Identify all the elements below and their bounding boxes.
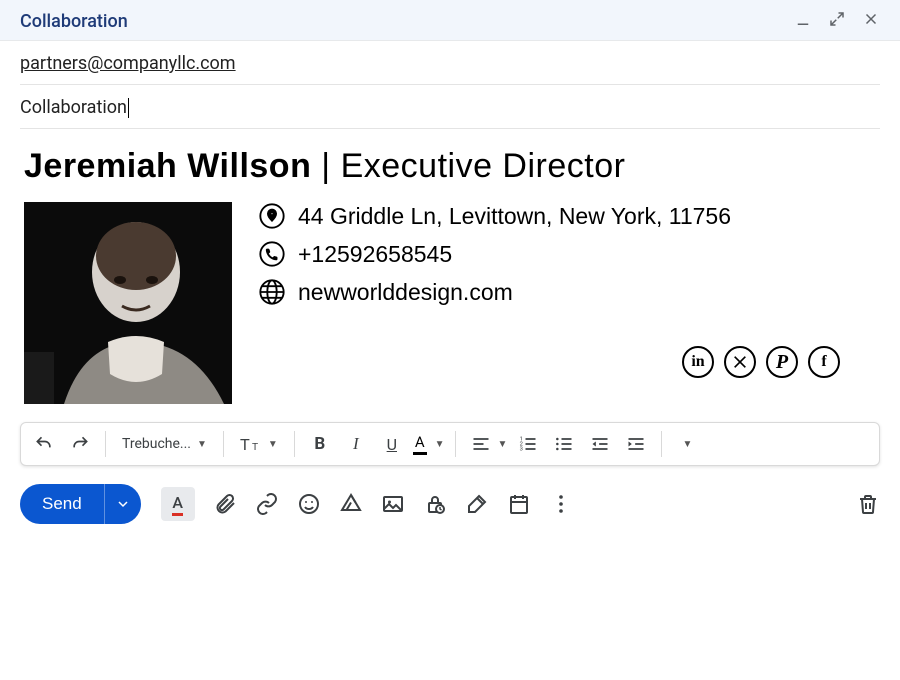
facebook-icon[interactable]: f: [808, 346, 840, 378]
insert-photo-button[interactable]: [381, 492, 405, 516]
caret-down-icon: ▼: [435, 439, 445, 450]
insert-signature-button[interactable]: [465, 492, 489, 516]
signature-social-row: in P f: [258, 346, 880, 378]
to-field-row[interactable]: partners@companyllc.com: [20, 41, 880, 85]
italic-button[interactable]: I: [341, 429, 371, 459]
linkedin-icon[interactable]: in: [682, 346, 714, 378]
discard-draft-button[interactable]: [856, 492, 880, 516]
bulleted-list-button[interactable]: [549, 429, 579, 459]
window-title: Collaboration: [20, 11, 128, 32]
signature-website-line: newworlddesign.com: [258, 278, 880, 306]
divider: [223, 431, 224, 457]
message-body[interactable]: Jeremiah Willson | Executive Director: [0, 129, 900, 410]
font-size-dropdown[interactable]: TT ▼: [234, 434, 284, 454]
subject-value: Collaboration: [20, 97, 129, 118]
svg-text:T: T: [240, 437, 250, 454]
minimize-icon[interactable]: [794, 10, 812, 32]
signature-name: Jeremiah Willson: [24, 147, 311, 185]
indent-less-button[interactable]: [585, 429, 615, 459]
phone-icon: [258, 240, 286, 268]
caret-down-icon: ▼: [197, 439, 207, 450]
divider: [105, 431, 106, 457]
x-twitter-icon[interactable]: [724, 346, 756, 378]
attach-file-button[interactable]: [213, 492, 237, 516]
formatting-more-dropdown[interactable]: ▼: [672, 429, 702, 459]
signature-photo: [24, 202, 232, 404]
close-icon[interactable]: [862, 10, 880, 32]
insert-drive-file-button[interactable]: [339, 492, 363, 516]
signature-phone-line: +12592658545: [258, 240, 880, 268]
undo-button[interactable]: [29, 429, 59, 459]
signature-row: 44 Griddle Ln, Levittown, New York, 1175…: [24, 202, 880, 404]
action-row: Send A: [0, 466, 900, 524]
send-button[interactable]: Send: [20, 484, 104, 524]
pick-time-button[interactable]: [507, 492, 531, 516]
font-family-dropdown[interactable]: Trebuche... ▼: [116, 436, 213, 452]
fullscreen-icon[interactable]: [828, 10, 846, 32]
insert-emoji-button[interactable]: [297, 492, 321, 516]
caret-down-icon: ▼: [498, 439, 508, 450]
signature-details: 44 Griddle Ln, Levittown, New York, 1175…: [258, 202, 880, 404]
signature-address-line: 44 Griddle Ln, Levittown, New York, 1175…: [258, 202, 880, 230]
formatting-options-button[interactable]: A: [161, 487, 195, 521]
more-options-button[interactable]: [549, 492, 573, 516]
bold-button[interactable]: B: [305, 429, 335, 459]
signature-title: Executive Director: [341, 147, 626, 185]
align-dropdown[interactable]: [466, 429, 496, 459]
location-pin-icon: [258, 202, 286, 230]
divider: [294, 431, 295, 457]
confidential-mode-button[interactable]: [423, 492, 447, 516]
redo-button[interactable]: [65, 429, 95, 459]
compose-header: Collaboration: [0, 0, 900, 41]
subject-field-row[interactable]: Collaboration: [20, 85, 880, 129]
divider: [455, 431, 456, 457]
font-family-label: Trebuche...: [122, 436, 191, 452]
signature-address: 44 Griddle Ln, Levittown, New York, 1175…: [298, 203, 731, 230]
underline-button[interactable]: U: [377, 429, 407, 459]
signature-website: newworlddesign.com: [298, 279, 513, 306]
send-group: Send: [20, 484, 141, 524]
divider: [661, 431, 662, 457]
insert-link-button[interactable]: [255, 492, 279, 516]
svg-text:3: 3: [520, 447, 523, 453]
numbered-list-button[interactable]: 123: [513, 429, 543, 459]
indent-more-button[interactable]: [621, 429, 651, 459]
window-controls: [794, 10, 880, 32]
signature-name-line: Jeremiah Willson | Executive Director: [24, 147, 880, 186]
text-color-dropdown[interactable]: A ▼: [413, 433, 445, 455]
svg-text:T: T: [252, 442, 258, 453]
compose-window: Collaboration partners@companyllc.com Co…: [0, 0, 900, 680]
action-icons: A: [161, 487, 880, 521]
signature-phone: +12592658545: [298, 241, 452, 268]
globe-icon: [258, 278, 286, 306]
to-value: partners@companyllc.com: [20, 53, 236, 74]
signature-separator: |: [311, 147, 340, 185]
caret-down-icon: ▼: [268, 439, 278, 450]
pinterest-icon[interactable]: P: [766, 346, 798, 378]
send-options-dropdown[interactable]: [104, 484, 141, 524]
compose-body: partners@companyllc.com Collaboration: [0, 41, 900, 129]
formatting-toolbar: Trebuche... ▼ TT ▼ B I U A ▼ ▼ 123: [20, 422, 880, 466]
